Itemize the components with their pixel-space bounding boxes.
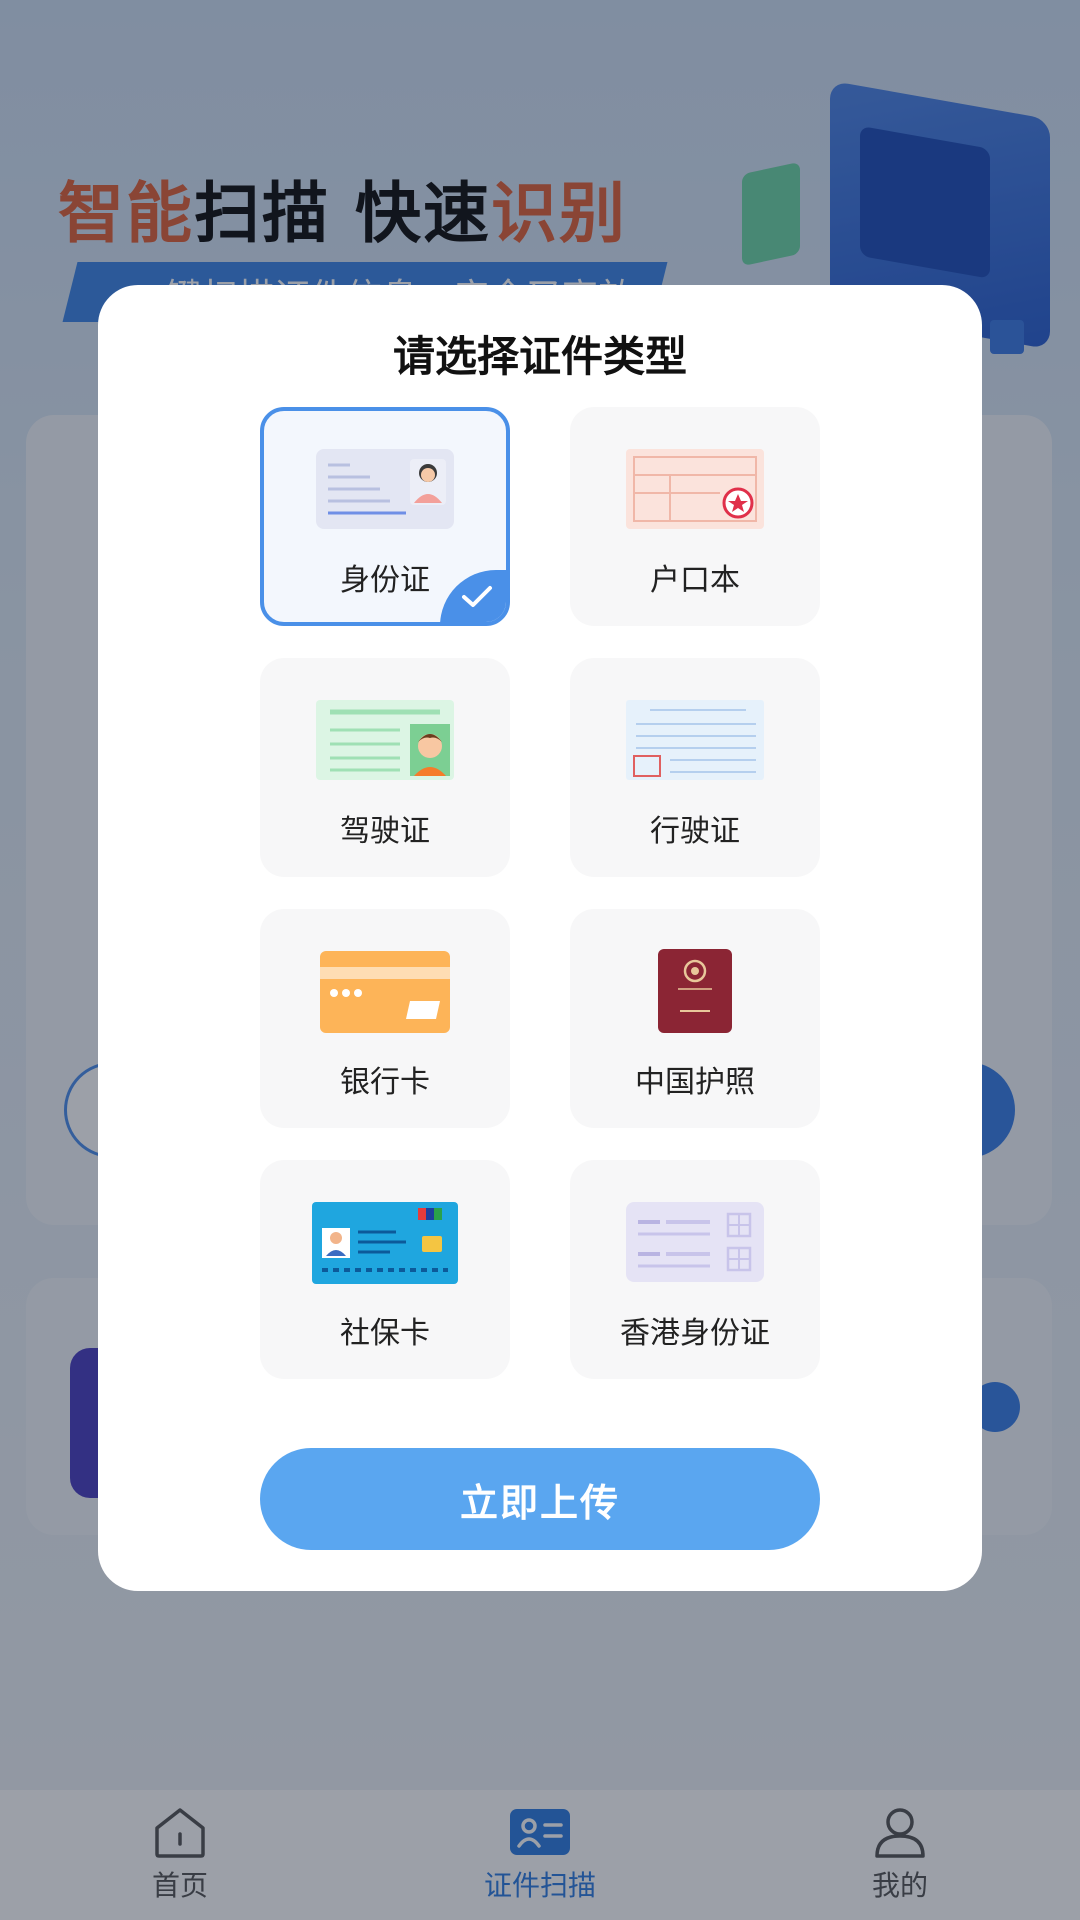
option-driver-license[interactable]: 驾驶证 [260, 658, 510, 877]
dialog-title: 请选择证件类型 [392, 332, 687, 381]
option-household-register[interactable]: 户口本 [570, 407, 820, 626]
hk-id-card-icon [626, 1202, 764, 1282]
document-type-grid: 身份证 户口本 驾驶证 行驶证 银行卡 中国护照 社保卡 香港身份证 [260, 407, 820, 1379]
option-id-card[interactable]: 身份证 [260, 407, 510, 626]
option-hk-id-card[interactable]: 香港身份证 [570, 1160, 820, 1379]
checkmark-icon [462, 586, 492, 607]
option-label: 户口本 [650, 563, 740, 598]
driver-license-icon [316, 700, 454, 780]
option-label: 银行卡 [340, 1065, 430, 1100]
option-label: 驾驶证 [340, 814, 430, 849]
vehicle-license-icon [626, 700, 764, 780]
option-passport[interactable]: 中国护照 [570, 909, 820, 1128]
option-bank-card[interactable]: 银行卡 [260, 909, 510, 1128]
option-vehicle-license[interactable]: 行驶证 [570, 658, 820, 877]
id-card-icon [316, 449, 454, 529]
social-security-card-icon [312, 1202, 458, 1284]
upload-now-button[interactable]: 立即上传 [260, 1448, 820, 1550]
option-social-security-card[interactable]: 社保卡 [260, 1160, 510, 1379]
option-label: 身份证 [340, 563, 430, 598]
option-label: 香港身份证 [620, 1316, 770, 1351]
document-type-dialog: 请选择证件类型 身份证 户口本 驾驶证 行驶证 银行卡 中国护照 社保卡 香港身… [98, 285, 982, 1591]
household-register-icon [626, 449, 764, 529]
option-label: 行驶证 [650, 814, 740, 849]
passport-icon [658, 949, 732, 1033]
option-label: 中国护照 [635, 1065, 755, 1100]
bank-card-icon [320, 951, 450, 1033]
selected-badge [440, 570, 506, 622]
option-label: 社保卡 [340, 1316, 430, 1351]
